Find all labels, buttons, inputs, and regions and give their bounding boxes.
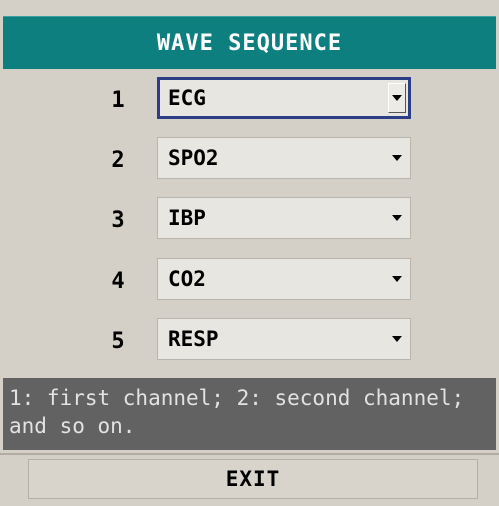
dropdown-button[interactable] — [388, 83, 406, 113]
channel-row-5: 5 RESP — [0, 318, 499, 364]
select-value: CO2 — [168, 267, 206, 291]
channel-3-select[interactable]: IBP — [157, 197, 411, 239]
exit-button[interactable]: EXIT — [28, 459, 478, 499]
select-value: RESP — [168, 327, 219, 351]
select-value: ECG — [168, 86, 206, 110]
chevron-down-icon — [392, 215, 402, 221]
wave-sequence-dialog: WAVE SEQUENCE 1 ECG 2 SPO2 3 IBP 4 CO2 5… — [0, 0, 499, 506]
channel-row-1: 1 ECG — [0, 77, 499, 123]
help-text: 1: first channel; 2: second channel; and… — [3, 378, 496, 450]
chevron-down-icon — [392, 155, 402, 161]
channel-row-2: 2 SPO2 — [0, 137, 499, 183]
dialog-title: WAVE SEQUENCE — [3, 16, 496, 69]
channel-5-select[interactable]: RESP — [157, 318, 411, 360]
select-value: SPO2 — [168, 146, 219, 170]
chevron-down-icon — [392, 95, 402, 101]
channel-4-select[interactable]: CO2 — [157, 258, 411, 300]
channel-number: 5 — [111, 328, 125, 354]
select-value: IBP — [168, 206, 206, 230]
chevron-down-icon — [392, 336, 402, 342]
channel-number: 2 — [111, 147, 125, 173]
channel-1-select[interactable]: ECG — [157, 77, 411, 119]
channel-row-4: 4 CO2 — [0, 258, 499, 304]
channel-number: 4 — [111, 268, 125, 294]
divider — [0, 453, 499, 455]
chevron-down-icon — [392, 276, 402, 282]
channel-number: 3 — [111, 207, 125, 233]
channel-number: 1 — [111, 87, 125, 113]
channel-2-select[interactable]: SPO2 — [157, 137, 411, 179]
channel-row-3: 3 IBP — [0, 197, 499, 243]
